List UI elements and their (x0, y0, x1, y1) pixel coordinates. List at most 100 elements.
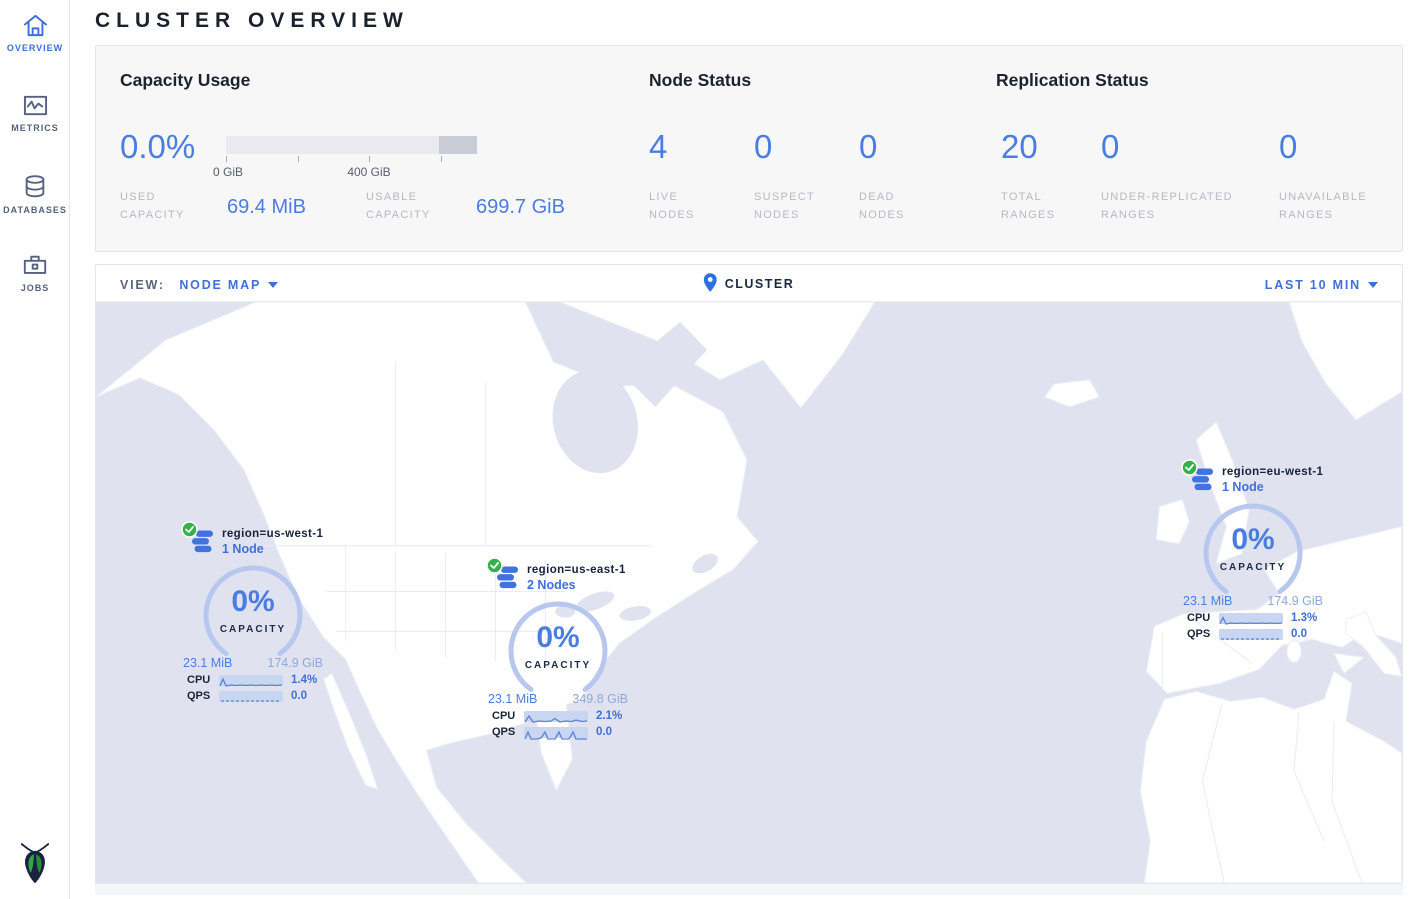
cpu-value: 1.4% (291, 674, 317, 686)
total-ranges-value: 20 (1001, 128, 1038, 166)
axis-tick (441, 156, 442, 162)
qps-row: QPS 0.0 (1178, 628, 1328, 640)
replication-status-title: Replication Status (996, 70, 1149, 91)
view-mode-dropdown[interactable]: NODE MAP (179, 278, 261, 292)
under-replicated-label: UNDER-REPLICATED RANGES (1101, 188, 1251, 224)
region-label: region=eu-west-1 (1222, 466, 1328, 478)
cpu-row: CPU 1.4% (178, 674, 328, 686)
cpu-label: CPU (492, 710, 524, 722)
sidebar-item-databases[interactable]: DATABASES (0, 173, 70, 215)
cpu-sparkline (1219, 613, 1283, 624)
marker-header: region=eu-west-1 1 Node (1178, 464, 1328, 498)
qps-row: QPS 0.0 (483, 726, 633, 738)
time-range-dropdown[interactable]: LAST 10 MIN (1265, 278, 1361, 292)
marker-header: region=us-east-1 2 Nodes (483, 562, 633, 596)
qps-sparkline (524, 727, 588, 738)
qps-label: QPS (492, 726, 524, 738)
briefcase-icon (0, 252, 70, 278)
cpu-label: CPU (187, 674, 219, 686)
page-footer-strip (95, 884, 1403, 895)
node-count-link[interactable]: 1 Node (1222, 480, 1328, 494)
qps-label: QPS (187, 690, 219, 702)
sidebar-item-label: METRICS (0, 123, 70, 133)
node-count-link[interactable]: 2 Nodes (527, 578, 633, 592)
sidebar-item-metrics[interactable]: METRICS (0, 93, 70, 133)
used-capacity-value: 69.4 MiB (227, 196, 306, 219)
database-icon (0, 173, 70, 200)
capacity-caption: CAPACITY (198, 624, 308, 635)
axis-tick (369, 156, 370, 162)
locality-marker-us-west-1[interactable]: region=us-west-1 1 Node 0% CAPACITY 23.1… (178, 526, 328, 702)
healthy-check-icon (1181, 459, 1198, 481)
sidebar-item-label: JOBS (0, 283, 70, 293)
qps-sparkline (1219, 629, 1283, 640)
breadcrumb[interactable]: CLUSTER (725, 277, 795, 291)
capacity-tick-min: 0 GiB (198, 165, 258, 179)
cpu-label: CPU (1187, 612, 1219, 624)
sidebar-item-label: DATABASES (0, 205, 70, 215)
view-label: VIEW: (120, 278, 165, 292)
metrics-icon (0, 93, 70, 118)
suspect-nodes-value: 0 (754, 128, 772, 166)
cpu-sparkline (524, 711, 588, 722)
live-nodes-label: LIVE NODES (649, 188, 721, 224)
sidebar-item-jobs[interactable]: JOBS (0, 252, 70, 293)
home-icon (0, 13, 70, 38)
cpu-sparkline (219, 675, 283, 686)
capacity-tick-mid: 400 GiB (339, 165, 399, 179)
cpu-row: CPU 2.1% (483, 710, 633, 722)
page-title: CLUSTER OVERVIEW (95, 9, 1418, 33)
cpu-row: CPU 1.3% (1178, 612, 1328, 624)
used-capacity-label: USED CAPACITY (120, 188, 210, 224)
usable-capacity-value: 699.7 GiB (476, 196, 565, 219)
suspect-nodes-label: SUSPECT NODES (754, 188, 826, 224)
qps-value: 0.0 (596, 726, 612, 738)
sidebar-item-overview[interactable]: OVERVIEW (0, 13, 70, 53)
axis-tick (298, 156, 299, 162)
under-replicated-value: 0 (1101, 128, 1119, 166)
qps-label: QPS (1187, 628, 1219, 640)
qps-value: 0.0 (291, 690, 307, 702)
region-label: region=us-east-1 (527, 564, 633, 576)
healthy-check-icon (181, 521, 198, 543)
cockroachdb-logo (0, 842, 70, 889)
location-pin-icon (704, 269, 717, 306)
cluster-summary-panel: Capacity Usage 0.0% 0 GiB 400 GiB USED C… (95, 45, 1403, 252)
marker-header: region=us-west-1 1 Node (178, 526, 328, 560)
sidebar-item-label: OVERVIEW (0, 43, 70, 53)
dead-nodes-value: 0 (859, 128, 877, 166)
capacity-usage-title: Capacity Usage (120, 70, 250, 91)
healthy-check-icon (486, 557, 503, 579)
chevron-down-icon[interactable] (268, 265, 278, 302)
cpu-value: 1.3% (1291, 612, 1317, 624)
capacity-ring: 0% CAPACITY (1198, 498, 1308, 608)
capacity-bar-reserved-segment (439, 136, 477, 154)
unavailable-value: 0 (1279, 128, 1297, 166)
capacity-ring: 0% CAPACITY (198, 560, 308, 670)
unavailable-label: UNAVAILABLE RANGES (1279, 188, 1379, 224)
node-map: region=us-west-1 1 Node 0% CAPACITY 23.1… (96, 302, 1402, 883)
axis-tick (226, 156, 227, 162)
usable-capacity-label: USABLE CAPACITY (366, 188, 456, 224)
capacity-percent: 0% (503, 621, 613, 655)
dead-nodes-label: DEAD NODES (859, 188, 931, 224)
region-label: region=us-west-1 (222, 528, 328, 540)
node-status-title: Node Status (649, 70, 751, 91)
qps-row: QPS 0.0 (178, 690, 328, 702)
capacity-percent: 0% (1198, 523, 1308, 557)
capacity-used-percent: 0.0% (120, 128, 195, 166)
capacity-usage-bar (226, 136, 477, 154)
total-ranges-label: TOTAL RANGES (1001, 188, 1073, 224)
locality-marker-us-east-1[interactable]: region=us-east-1 2 Nodes 0% CAPACITY 23.… (483, 562, 633, 738)
chevron-down-icon[interactable] (1368, 265, 1378, 302)
main-content: CLUSTER OVERVIEW Capacity Usage 0.0% 0 G… (70, 0, 1418, 899)
qps-value: 0.0 (1291, 628, 1307, 640)
capacity-caption: CAPACITY (1198, 562, 1308, 573)
capacity-ring: 0% CAPACITY (503, 596, 613, 706)
node-count-link[interactable]: 1 Node (222, 542, 328, 556)
capacity-percent: 0% (198, 585, 308, 619)
map-toolbar: VIEW: NODE MAP CLUSTER LAST 10 MIN (96, 265, 1402, 302)
node-map-panel: VIEW: NODE MAP CLUSTER LAST 10 MIN (95, 264, 1403, 884)
capacity-caption: CAPACITY (503, 660, 613, 671)
locality-marker-eu-west-1[interactable]: region=eu-west-1 1 Node 0% CAPACITY 23.1… (1178, 464, 1328, 640)
